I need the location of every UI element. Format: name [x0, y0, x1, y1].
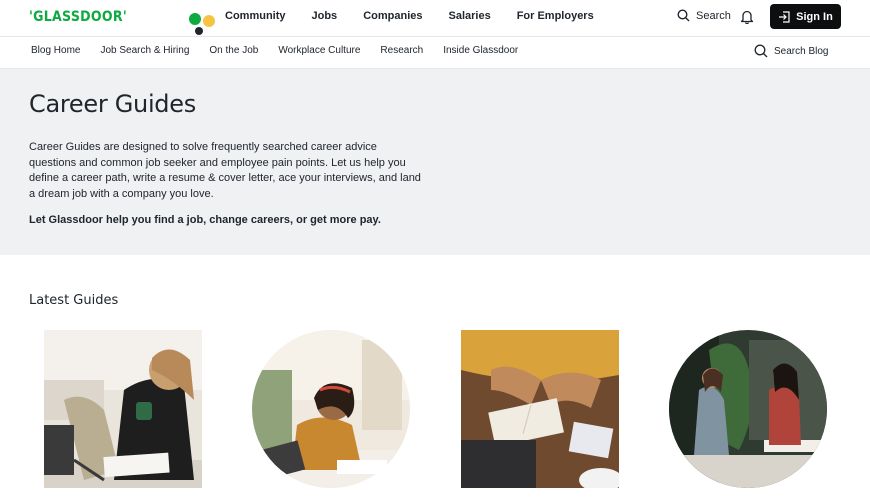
search-icon	[677, 9, 690, 22]
hero-section: Career Guides Career Guides are designed…	[0, 69, 870, 255]
latest-guides-heading: Latest Guides	[29, 293, 119, 308]
nav-community[interactable]: Community	[225, 10, 286, 22]
guide-card-image-2[interactable]	[252, 330, 410, 488]
hero-description: Career Guides are designed to solve freq…	[29, 141, 421, 200]
sign-in-button[interactable]: Sign In	[770, 4, 841, 29]
guide-card-image-4[interactable]	[669, 330, 827, 488]
search-label: Search	[696, 9, 731, 22]
guide-card-image-1[interactable]	[44, 330, 202, 488]
search-blog-button[interactable]: Search Blog	[754, 44, 828, 58]
hero-cta-text: Let Glassdoor help you find a job, chang…	[29, 214, 381, 226]
top-search-button[interactable]: Search	[677, 9, 731, 22]
page-title: Career Guides	[29, 90, 196, 118]
sign-in-label: Sign In	[796, 10, 833, 23]
nav-companies[interactable]: Companies	[363, 10, 422, 22]
blognav-on-the-job[interactable]: On the Job	[209, 45, 258, 56]
primary-nav: Community Jobs Companies Salaries For Em…	[225, 10, 620, 22]
blognav-inside-glassdoor[interactable]: Inside Glassdoor	[443, 45, 518, 56]
sign-in-icon	[779, 10, 790, 23]
nav-jobs[interactable]: Jobs	[312, 10, 338, 22]
blognav-job-search-hiring[interactable]: Job Search & Hiring	[100, 45, 189, 56]
blognav-blog-home[interactable]: Blog Home	[31, 45, 80, 56]
blognav-workplace-culture[interactable]: Workplace Culture	[278, 45, 360, 56]
glassdoor-logo[interactable]: 'GLASSDOOR'	[29, 9, 127, 25]
notifications-bell-icon[interactable]	[740, 9, 754, 29]
community-bubbles-icon[interactable]	[189, 12, 217, 36]
nav-salaries[interactable]: Salaries	[448, 10, 490, 22]
blog-navigation-bar: Blog Home Job Search & Hiring On the Job…	[0, 38, 870, 69]
guide-card-image-3[interactable]	[461, 330, 619, 488]
blognav-research[interactable]: Research	[380, 45, 423, 56]
top-navigation-bar: 'GLASSDOOR' Community Jobs Companies Sal…	[0, 0, 870, 37]
search-blog-label: Search Blog	[774, 45, 829, 57]
search-icon	[754, 44, 768, 58]
nav-for-employers[interactable]: For Employers	[517, 10, 594, 22]
